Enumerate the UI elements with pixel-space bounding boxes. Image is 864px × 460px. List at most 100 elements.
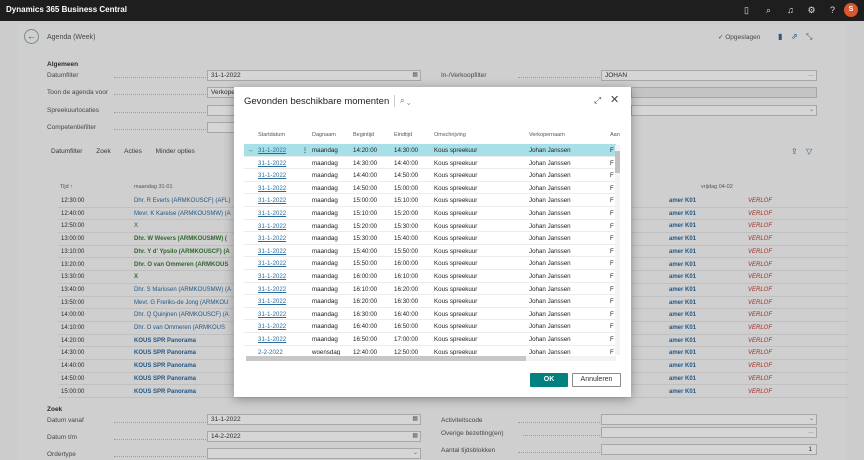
cell-dagnaam: maandag	[312, 184, 338, 192]
cell-aan: F	[610, 323, 614, 331]
cell-startdatum[interactable]: 31-1-2022	[258, 160, 286, 167]
cell-aan: F	[610, 184, 614, 192]
table-row[interactable]: 31-1-2022 maandag 16:50:00 17:00:00 Kous spr…	[244, 333, 616, 346]
search-icon[interactable]: ⌕	[763, 5, 774, 16]
col-begintijd[interactable]: Begintijd	[353, 132, 374, 138]
cell-aan: F	[610, 222, 614, 230]
cell-startdatum[interactable]: 31-1-2022	[258, 286, 286, 293]
bell-icon[interactable]: ♫	[785, 5, 796, 16]
cell-dagnaam: maandag	[312, 172, 338, 180]
table-row[interactable]: 31-1-2022 maandag 15:10:00 15:20:00 Kous spr…	[244, 207, 616, 220]
cell-omschrijving: Kous spreekuur	[434, 159, 478, 167]
moments-grid: Startdatum Dagnaam Begintijd Eindtijd Om…	[244, 127, 620, 355]
cell-begintijd: 16:40:00	[353, 323, 378, 331]
document-icon[interactable]: ▯	[741, 5, 752, 16]
col-startdatum[interactable]: Startdatum	[258, 132, 285, 138]
cell-startdatum[interactable]: 31-1-2022	[258, 311, 286, 318]
help-icon[interactable]: ?	[827, 5, 838, 16]
cell-dagnaam: maandag	[312, 247, 338, 255]
cell-begintijd: 14:40:00	[353, 172, 378, 180]
horizontal-scrollbar[interactable]	[246, 356, 616, 361]
cell-omschrijving: Kous spreekuur	[434, 336, 478, 343]
ok-button[interactable]: OK	[530, 373, 568, 387]
cell-aan: F	[610, 336, 614, 343]
cell-verkopernaam: Johan Janssen	[529, 222, 571, 230]
cell-dagnaam: maandag	[312, 222, 338, 230]
row-menu-icon[interactable]: ⋮	[302, 147, 308, 154]
cell-startdatum[interactable]: 31-1-2022	[258, 273, 286, 280]
cell-aan: F	[610, 273, 614, 280]
dialog-title: Gevonden beschikbare momenten	[244, 96, 390, 107]
cell-begintijd: 16:50:00	[353, 336, 378, 343]
cell-omschrijving: Kous spreekuur	[434, 348, 478, 355]
cell-aan: F	[610, 159, 614, 167]
cell-startdatum[interactable]: 31-1-2022	[258, 235, 286, 242]
avatar[interactable]: S	[844, 3, 858, 17]
cell-eindtijd: 15:50:00	[394, 247, 419, 255]
cell-begintijd: 12:40:00	[353, 348, 378, 355]
cell-dagnaam: woensdag	[312, 348, 341, 355]
cell-aan: F	[610, 247, 614, 255]
cell-startdatum[interactable]: 31-1-2022	[258, 172, 286, 179]
table-row[interactable]: 31-1-2022 maandag 16:30:00 16:40:00 Kous spr…	[244, 308, 616, 321]
expand-icon[interactable]: ⤢	[594, 95, 601, 106]
cell-aan: F	[610, 172, 614, 180]
cell-startdatum[interactable]: 31-1-2022	[258, 336, 286, 343]
cell-startdatum[interactable]: 31-1-2022	[258, 210, 286, 217]
table-row[interactable]: → 31-1-2022 ⋮ maandag 14:20:00 14:30:00 Kous s…	[244, 144, 616, 157]
cell-begintijd: 15:20:00	[353, 222, 378, 230]
cell-startdatum[interactable]: 31-1-2022	[258, 260, 286, 267]
table-row[interactable]: 31-1-2022 maandag 15:40:00 15:50:00 Kous spr…	[244, 245, 616, 258]
col-omschrijving[interactable]: Omschrijving	[434, 132, 466, 138]
cell-begintijd: 14:30:00	[353, 159, 378, 167]
cell-startdatum[interactable]: 31-1-2022	[258, 185, 286, 192]
cell-omschrijving: Kous spreekuur	[434, 298, 478, 306]
cell-startdatum[interactable]: 31-1-2022	[258, 223, 286, 230]
table-row[interactable]: 31-1-2022 maandag 14:30:00 14:40:00 Kous spr…	[244, 157, 616, 170]
cell-eindtijd: 16:20:00	[394, 285, 419, 293]
table-row[interactable]: 31-1-2022 maandag 14:50:00 15:00:00 Kous spr…	[244, 182, 616, 195]
table-row[interactable]: 31-1-2022 maandag 16:10:00 16:20:00 Kous spr…	[244, 283, 616, 296]
cell-eindtijd: 17:00:00	[394, 336, 419, 343]
cell-startdatum[interactable]: 31-1-2022	[258, 248, 286, 255]
gear-icon[interactable]: ⚙	[806, 5, 817, 16]
table-row[interactable]: 31-1-2022 maandag 15:20:00 15:30:00 Kous spr…	[244, 220, 616, 233]
cell-verkopernaam: Johan Janssen	[529, 147, 571, 154]
col-eindtijd[interactable]: Eindtijd	[394, 132, 412, 138]
col-aan[interactable]: Aan	[610, 132, 620, 138]
top-bar: Dynamics 365 Business Central ▯ ⌕ ♫ ⚙ ? …	[0, 0, 864, 21]
table-row[interactable]: 31-1-2022 maandag 15:50:00 16:00:00 Kous spr…	[244, 257, 616, 270]
vertical-scrollbar[interactable]	[615, 145, 620, 355]
cell-begintijd: 16:30:00	[353, 310, 378, 318]
table-row[interactable]: 31-1-2022 maandag 16:20:00 16:30:00 Kous spr…	[244, 295, 616, 308]
cell-verkopernaam: Johan Janssen	[529, 197, 571, 205]
cell-begintijd: 16:20:00	[353, 298, 378, 306]
cell-dagnaam: maandag	[312, 323, 338, 331]
cell-startdatum[interactable]: 31-1-2022	[258, 323, 286, 330]
cell-verkopernaam: Johan Janssen	[529, 298, 571, 306]
table-row[interactable]: 31-1-2022 maandag 14:40:00 14:50:00 Kous spr…	[244, 169, 616, 182]
cell-startdatum[interactable]: 31-1-2022	[258, 197, 286, 204]
cell-startdatum[interactable]: 2-2-2022	[258, 349, 283, 355]
cell-dagnaam: maandag	[312, 310, 338, 318]
search-icon[interactable]: ⌕ ⌄	[400, 96, 410, 106]
cell-verkopernaam: Johan Janssen	[529, 210, 571, 217]
table-row[interactable]: 31-1-2022 maandag 16:40:00 16:50:00 Kous spr…	[244, 320, 616, 333]
col-verkopernaam[interactable]: Verkopernaam	[529, 132, 565, 138]
app-title: Dynamics 365 Business Central	[6, 5, 127, 14]
table-row[interactable]: 2-2-2022 woensdag 12:40:00 12:50:00 Kous spr…	[244, 346, 616, 355]
cell-eindtijd: 14:40:00	[394, 159, 419, 167]
close-icon[interactable]: ✕	[610, 93, 619, 106]
table-row[interactable]: 31-1-2022 maandag 16:00:00 16:10:00 Kous spr…	[244, 270, 616, 283]
cell-startdatum[interactable]: 31-1-2022	[258, 298, 286, 305]
cell-omschrijving: Kous spreekuur	[434, 184, 478, 192]
cancel-button[interactable]: Annuleren	[572, 373, 621, 387]
table-row[interactable]: 31-1-2022 maandag 15:00:00 15:10:00 Kous spr…	[244, 194, 616, 207]
cell-eindtijd: 16:00:00	[394, 260, 419, 268]
cell-verkopernaam: Johan Janssen	[529, 323, 571, 331]
col-dagnaam[interactable]: Dagnaam	[312, 132, 336, 138]
cell-omschrijving: Kous spreekuur	[434, 235, 478, 243]
cell-dagnaam: maandag	[312, 273, 338, 280]
table-row[interactable]: 31-1-2022 maandag 15:30:00 15:40:00 Kous spr…	[244, 232, 616, 245]
cell-startdatum[interactable]: 31-1-2022	[258, 147, 286, 154]
